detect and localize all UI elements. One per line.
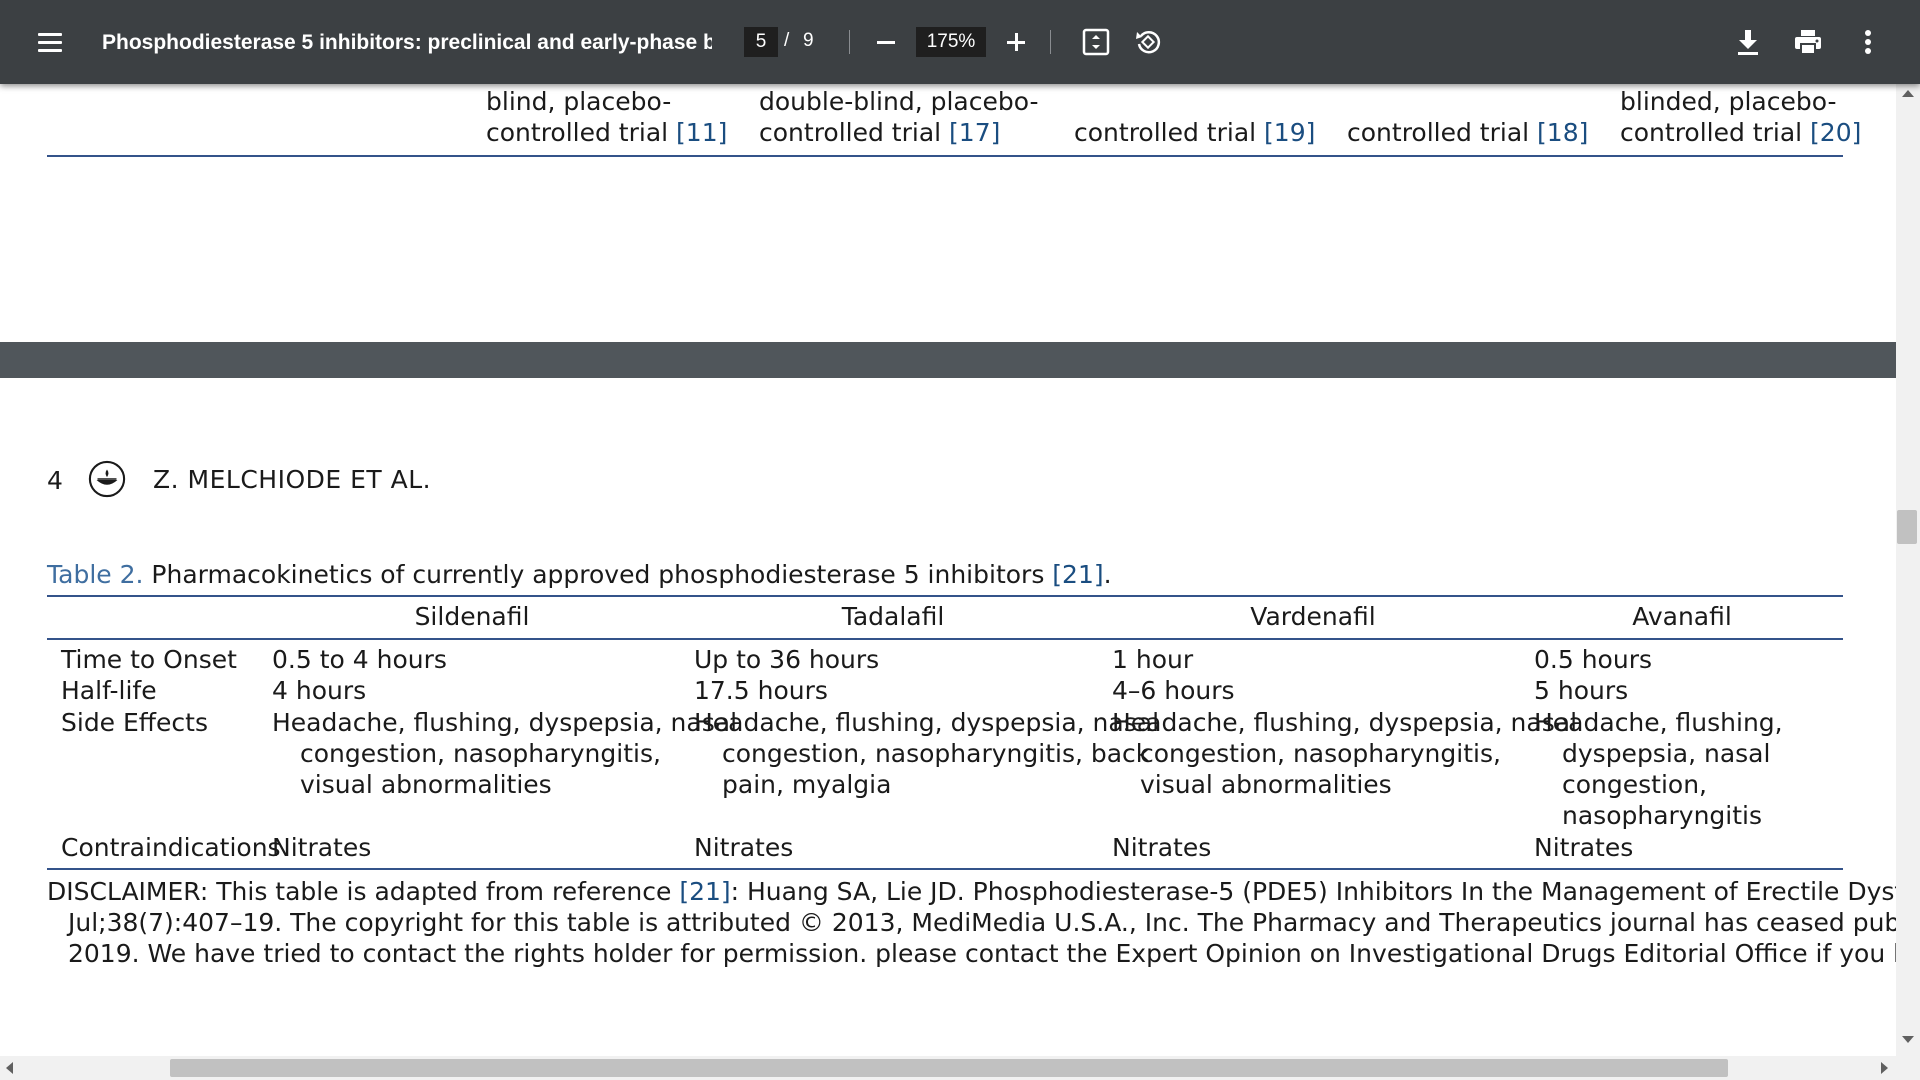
reference-link[interactable]: [21]: [1052, 560, 1103, 589]
journal-logo-icon: [88, 460, 126, 498]
page-separator: /: [784, 30, 790, 51]
rotate-icon[interactable]: [1130, 24, 1166, 60]
vertical-scrollbar-thumb[interactable]: [1897, 510, 1917, 544]
table-cell: Nitrates: [1112, 833, 1212, 862]
page-number: 4: [47, 465, 63, 495]
scroll-up-arrow-icon[interactable]: [1902, 90, 1914, 97]
table-cell: Nitrates: [272, 833, 372, 862]
scroll-left-arrow-icon[interactable]: [6, 1062, 13, 1074]
row-label: Contraindications: [61, 833, 281, 862]
reference-link[interactable]: [11]: [676, 118, 727, 147]
scroll-down-arrow-icon[interactable]: [1902, 1036, 1914, 1043]
table-bottom-rule: [47, 868, 1843, 870]
table-cell: Headache, flushing, dyspepsia, nasal con…: [272, 708, 738, 799]
column-header: Vardenafil: [1250, 602, 1376, 631]
row-label: Time to Onset: [61, 645, 237, 674]
table-cell: blinded, placebo- controlled trial [20]: [1620, 87, 1862, 147]
table-caption: Table 2. Pharmacokinetics of currently a…: [47, 560, 1112, 589]
table-top-rule: [47, 595, 1843, 597]
row-label: Side Effects: [61, 708, 208, 737]
table-label: Table 2.: [47, 560, 144, 589]
zoom-level-input[interactable]: [916, 27, 986, 57]
page-number-input[interactable]: [744, 27, 778, 57]
previous-page: blind, placebo- controlled trial [11] do…: [0, 84, 1896, 342]
table-cell: Headache, flushing, dyspepsia, nasal con…: [1534, 708, 1783, 830]
table-disclaimer: DISCLAIMER: This table is adapted from r…: [47, 877, 1896, 968]
column-header: Avanafil: [1632, 602, 1732, 631]
table-cell: double-blind, placebo- controlled trial …: [759, 87, 1039, 147]
table-cell: controlled trial [18]: [1347, 118, 1589, 147]
table-header-rule: [47, 638, 1843, 640]
minus-icon[interactable]: [868, 24, 904, 60]
row-label: Half-life: [61, 676, 157, 705]
table-cell: Up to 36 hours: [694, 645, 880, 674]
reference-link[interactable]: [19]: [1264, 118, 1315, 147]
table-cell: 4–6 hours: [1112, 676, 1235, 705]
document-title: Phosphodiesterase 5 inhibitors: preclini…: [102, 31, 712, 54]
table-cell: 1 hour: [1112, 645, 1194, 674]
running-head-authors: Z. MELCHIODE ET AL.: [153, 465, 432, 494]
vertical-scrollbar[interactable]: [1896, 84, 1920, 1056]
table-cell: 4 hours: [272, 676, 367, 705]
scroll-right-arrow-icon[interactable]: [1881, 1062, 1888, 1074]
reference-link[interactable]: [21]: [679, 877, 730, 906]
table-cell: 17.5 hours: [694, 676, 828, 705]
plus-icon[interactable]: [998, 24, 1034, 60]
table-cell: 0.5 hours: [1534, 645, 1652, 674]
reference-link[interactable]: [20]: [1810, 118, 1861, 147]
column-header: Tadalafil: [841, 602, 945, 631]
table-cell: Nitrates: [694, 833, 794, 862]
table-cell: controlled trial [19]: [1074, 118, 1316, 147]
table-cell: blind, placebo- controlled trial [11]: [486, 87, 728, 147]
column-header: Sildenafil: [414, 602, 530, 631]
current-page: 4 Z. MELCHIODE ET AL. Table 2. Pharmacok…: [0, 378, 1896, 1056]
reference-link[interactable]: [17]: [949, 118, 1000, 147]
table-cell: 0.5 to 4 hours: [272, 645, 447, 674]
toolbar-divider: [1050, 30, 1051, 54]
table-bottom-rule: [47, 155, 1843, 157]
table-cell: Headache, flushing, dyspepsia, nasal con…: [694, 708, 1160, 799]
total-pages: 9: [803, 30, 814, 51]
table-cell: Nitrates: [1534, 833, 1634, 862]
pdf-toolbar: Phosphodiesterase 5 inhibitors: preclini…: [0, 0, 1920, 84]
table-cell: Headache, flushing, dyspepsia, nasal con…: [1112, 708, 1578, 799]
fit-to-page-icon[interactable]: [1078, 24, 1114, 60]
horizontal-scrollbar-thumb[interactable]: [170, 1059, 1728, 1077]
hamburger-menu-icon[interactable]: [32, 24, 68, 60]
page-separator-gap: [0, 342, 1896, 378]
more-vertical-icon[interactable]: [1850, 24, 1886, 60]
download-icon[interactable]: [1730, 24, 1766, 60]
table-cell: 5 hours: [1534, 676, 1629, 705]
reference-link[interactable]: [18]: [1537, 118, 1588, 147]
running-head: 4 Z. MELCHIODE ET AL.: [47, 460, 431, 500]
toolbar-divider: [849, 30, 850, 54]
print-icon[interactable]: [1790, 24, 1826, 60]
